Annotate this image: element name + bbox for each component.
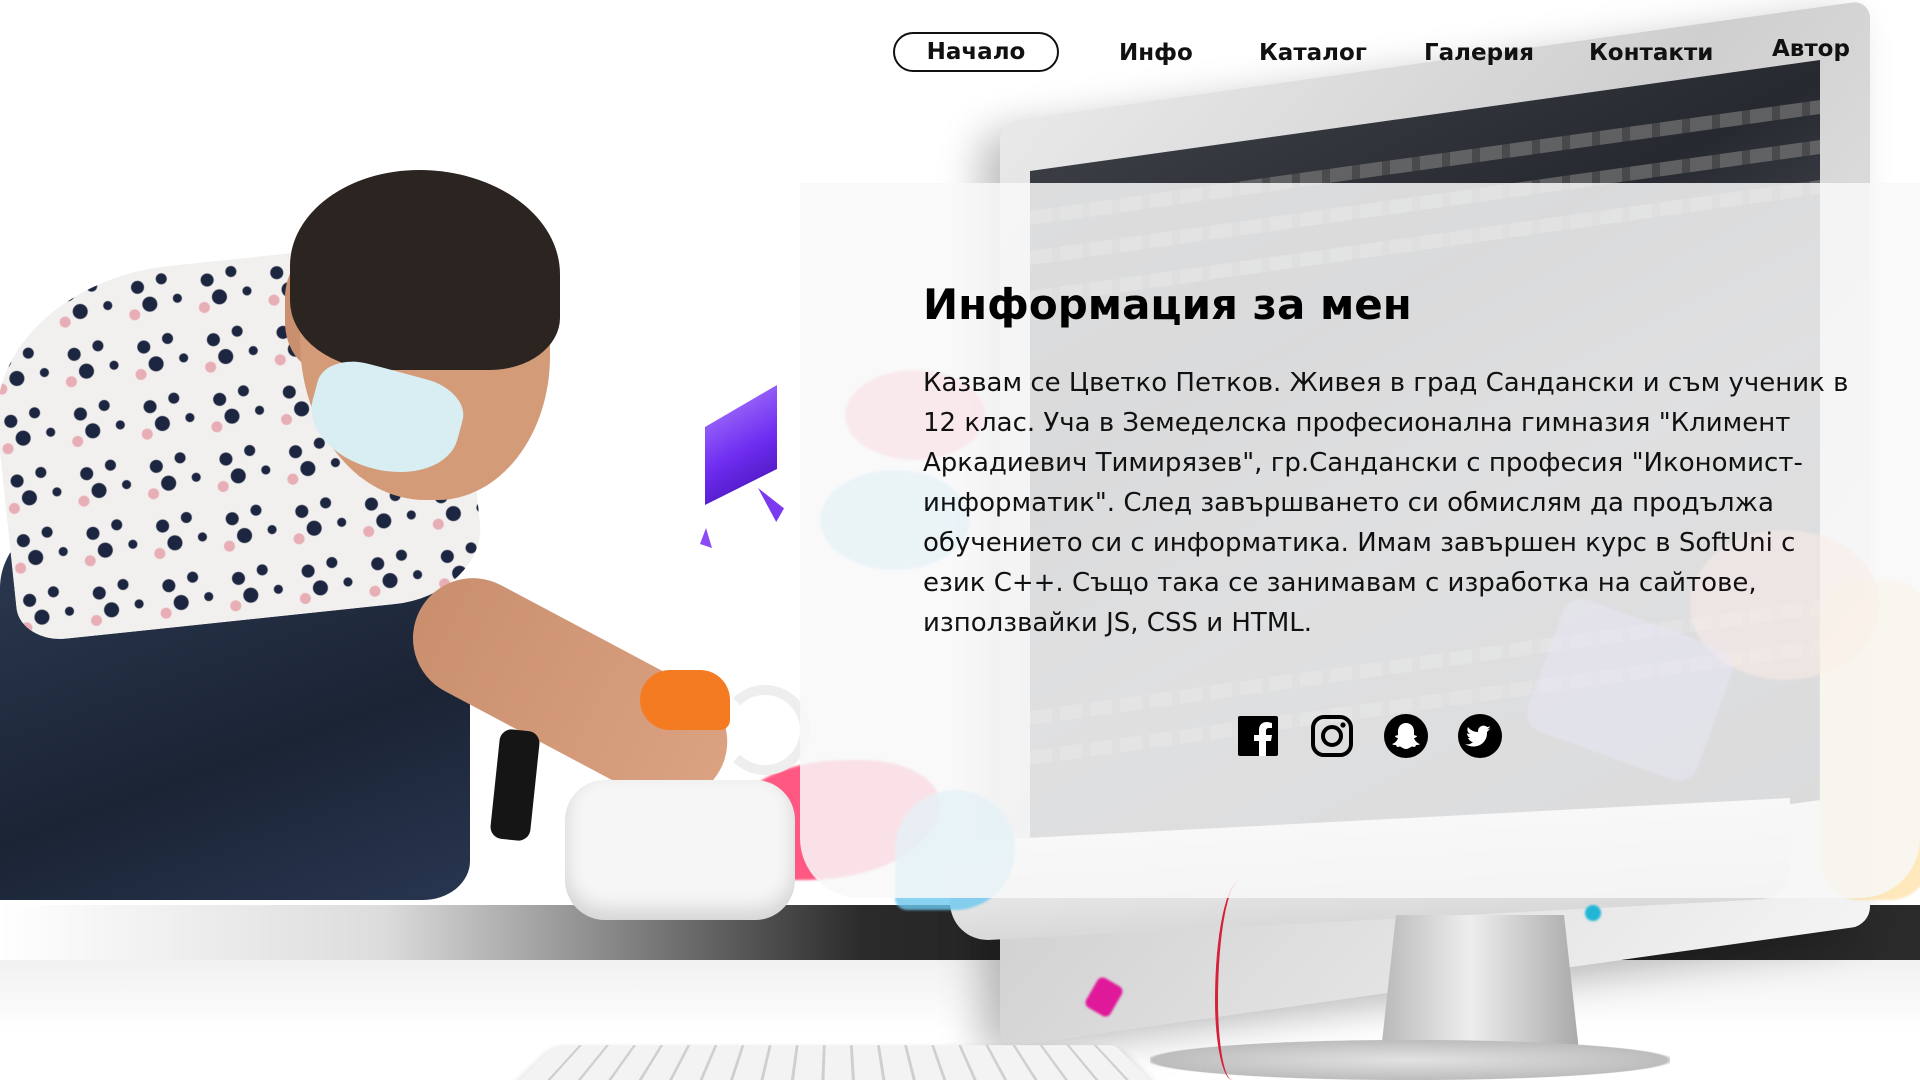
twitter-link[interactable] <box>1457 713 1503 759</box>
keyboard <box>512 1045 1158 1080</box>
nav-item-catalog[interactable]: Каталог <box>1259 40 1367 66</box>
about-title: Информация за мен <box>923 280 1412 329</box>
nav-item-author[interactable]: Автор <box>1772 36 1850 62</box>
snapchat-icon <box>1384 714 1428 758</box>
nav-item-home[interactable]: Начало <box>893 32 1059 72</box>
person-photo <box>0 170 830 920</box>
instagram-icon <box>1311 715 1353 757</box>
nav-item-info[interactable]: Инфо <box>1119 40 1193 66</box>
wrist-watch <box>489 728 541 842</box>
about-text: Казвам се Цветко Петков. Живея в град Са… <box>923 368 1849 638</box>
snapchat-link[interactable] <box>1383 713 1429 759</box>
twitter-icon <box>1458 714 1502 758</box>
facebook-icon <box>1238 716 1278 756</box>
robot-toy <box>545 670 825 920</box>
facebook-link[interactable] <box>1235 713 1281 759</box>
decor-blob <box>1585 905 1601 921</box>
main-nav: Начало Инфо Каталог Галерия Контакти Авт… <box>0 0 1920 100</box>
about-card: Информация за мен Казвам се Цветко Петко… <box>800 183 1920 898</box>
hair <box>290 170 560 370</box>
monitor-stand <box>1380 915 1580 1060</box>
nav-item-contacts[interactable]: Контакти <box>1589 40 1713 66</box>
instagram-link[interactable] <box>1309 713 1355 759</box>
social-links <box>1235 713 1503 759</box>
nav-item-gallery[interactable]: Галерия <box>1424 40 1534 66</box>
